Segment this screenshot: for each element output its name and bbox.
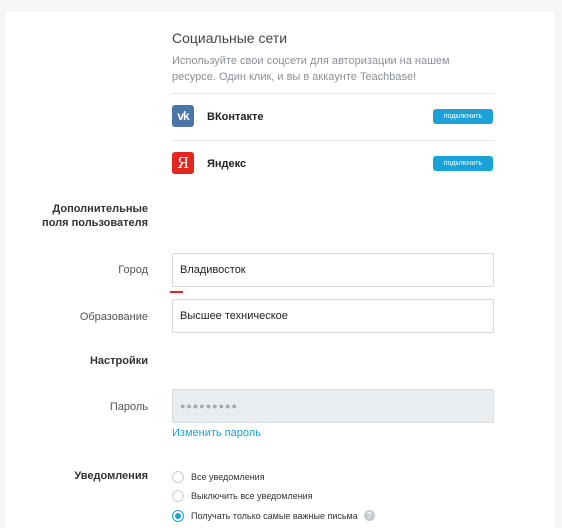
settings-heading: Настройки: [89, 355, 148, 367]
notifications-label: Уведомления: [74, 470, 148, 482]
password-field: ●●●●●●●●●: [172, 389, 494, 423]
notification-option-all[interactable]: Все уведомления: [172, 469, 265, 484]
vk-icon: vk: [172, 105, 194, 127]
extra-fields-heading: Дополнительные поля пользователя: [42, 203, 148, 229]
education-field[interactable]: Высшее техническое: [172, 299, 494, 333]
social-section-title: Социальные сети: [172, 30, 288, 46]
yandex-icon: Я: [172, 152, 194, 174]
notification-option-off[interactable]: Выключить все уведомления: [172, 488, 313, 503]
divider: [172, 93, 494, 94]
city-label: Город: [118, 264, 148, 276]
radio-label: Все уведомления: [191, 471, 265, 482]
notification-option-important[interactable]: Получать только самые важные письма ?: [172, 508, 375, 523]
radio-label: Выключить все уведомления: [191, 490, 313, 501]
radio-button-checked[interactable]: [172, 509, 184, 522]
education-label: Образование: [79, 311, 148, 323]
radio-label: Получать только самые важные письма: [191, 510, 358, 521]
city-field[interactable]: Владивосток: [172, 253, 494, 287]
error-underline: [170, 291, 183, 293]
change-password-link[interactable]: Изменить пароль: [172, 427, 261, 439]
social-section-description: Используйте свои соцсети для авторизации…: [172, 55, 450, 83]
yandex-network-name: Яндекс: [207, 158, 247, 170]
connect-yandex-button[interactable]: подключить: [433, 156, 493, 171]
password-label: Пароль: [109, 401, 148, 413]
connect-vk-button[interactable]: подключить: [433, 109, 493, 124]
divider: [172, 140, 494, 141]
radio-button[interactable]: [172, 489, 184, 502]
radio-button[interactable]: [172, 470, 184, 483]
help-icon[interactable]: ?: [363, 510, 375, 521]
vk-network-name: ВКонтакте: [207, 111, 264, 123]
